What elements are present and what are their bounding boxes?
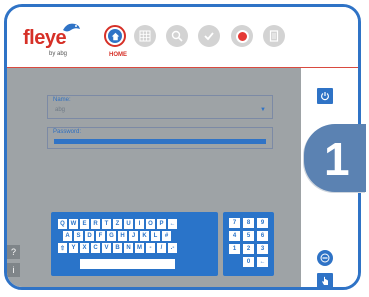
key-i[interactable]: I bbox=[135, 219, 144, 229]
key-1[interactable]: 1 bbox=[229, 244, 240, 254]
logo-text: fleye bbox=[23, 27, 67, 49]
numpad-row-3: 1 2 3 bbox=[229, 244, 268, 254]
numpad-row-2: 4 5 6 bbox=[229, 231, 268, 241]
password-field[interactable]: Password: bbox=[47, 127, 273, 149]
power-icon bbox=[321, 92, 329, 101]
password-label: Password: bbox=[53, 129, 82, 135]
key-w[interactable]: W bbox=[69, 219, 78, 229]
key-k[interactable]: K bbox=[140, 231, 149, 241]
key-symbols[interactable]: .- bbox=[168, 243, 177, 253]
keyboard-row-3: ⇧ Y X C V B N M - / .- bbox=[58, 243, 177, 253]
key-v[interactable]: V bbox=[102, 243, 111, 253]
record-icon bbox=[235, 29, 249, 43]
key-h[interactable]: H bbox=[118, 231, 127, 241]
step-badge: 1 bbox=[304, 124, 366, 192]
nav-record-button[interactable] bbox=[231, 25, 253, 47]
key-shift[interactable]: ⇧ bbox=[58, 243, 67, 253]
name-field[interactable]: Name: abg ▼ bbox=[47, 95, 273, 119]
key-j[interactable]: J bbox=[129, 231, 138, 241]
login-area: Name: abg ▼ Password: Q W E R T Z U I O … bbox=[7, 68, 301, 287]
key-numpad-backspace[interactable]: ← bbox=[257, 257, 268, 267]
key-7[interactable]: 7 bbox=[229, 218, 240, 228]
nav-home-label: HOME bbox=[109, 52, 127, 58]
key-r[interactable]: R bbox=[91, 219, 100, 229]
info-button[interactable]: i bbox=[7, 263, 20, 277]
search-icon bbox=[171, 30, 183, 42]
key-q[interactable]: Q bbox=[58, 219, 67, 229]
nav-search-button[interactable] bbox=[166, 25, 188, 47]
key-slash[interactable]: / bbox=[157, 243, 166, 253]
key-8[interactable]: 8 bbox=[243, 218, 254, 228]
key-9[interactable]: 9 bbox=[257, 218, 268, 228]
logo: fleye by abg bbox=[23, 23, 80, 57]
nav-grid-button[interactable] bbox=[134, 25, 156, 47]
header: fleye by abg HOME bbox=[7, 7, 358, 68]
nav-home-button[interactable]: HOME bbox=[104, 25, 127, 58]
key-s[interactable]: S bbox=[74, 231, 83, 241]
key-backspace[interactable]: ← bbox=[168, 219, 177, 229]
key-space[interactable] bbox=[80, 259, 175, 269]
key-u[interactable]: U bbox=[124, 219, 133, 229]
nav-document-button[interactable] bbox=[263, 25, 285, 47]
keyboard-row-1: Q W E R T Z U I O P ← bbox=[58, 219, 177, 229]
key-hash[interactable]: # bbox=[162, 231, 171, 241]
key-d[interactable]: D bbox=[85, 231, 94, 241]
key-n[interactable]: N bbox=[124, 243, 133, 253]
grid-icon bbox=[139, 30, 151, 42]
chevron-down-icon: ▼ bbox=[260, 107, 266, 113]
key-l[interactable]: L bbox=[151, 231, 160, 241]
key-g[interactable]: G bbox=[107, 231, 116, 241]
logo-subtitle: by abg bbox=[49, 51, 68, 57]
link-button[interactable] bbox=[317, 250, 333, 266]
key-5[interactable]: 5 bbox=[243, 231, 254, 241]
keyboard-row-2: A S D F G H J K L # bbox=[63, 231, 171, 241]
key-2[interactable]: 2 bbox=[243, 244, 254, 254]
numeric-keypad: 7 8 9 4 5 6 1 2 3 0 ← bbox=[223, 212, 274, 276]
key-z[interactable]: Z bbox=[113, 219, 122, 229]
key-p[interactable]: P bbox=[157, 219, 166, 229]
help-button[interactable]: ? bbox=[7, 245, 20, 259]
nav-check-button[interactable] bbox=[198, 25, 220, 47]
power-button[interactable] bbox=[317, 88, 333, 104]
numpad-row-4: 0 ← bbox=[243, 257, 268, 267]
touch-button[interactable] bbox=[317, 273, 333, 287]
name-value: abg bbox=[55, 107, 66, 113]
key-m[interactable]: M bbox=[135, 243, 144, 253]
hand-pointer-icon bbox=[322, 276, 328, 285]
key-c[interactable]: C bbox=[91, 243, 100, 253]
key-o[interactable]: O bbox=[146, 219, 155, 229]
key-minus[interactable]: - bbox=[146, 243, 155, 253]
password-input[interactable] bbox=[54, 139, 266, 144]
key-y[interactable]: Y bbox=[69, 243, 78, 253]
step-number: 1 bbox=[324, 133, 350, 185]
key-4[interactable]: 4 bbox=[229, 231, 240, 241]
on-screen-keyboard: Q W E R T Z U I O P ← A S D F G H J K L … bbox=[51, 212, 218, 276]
name-label: Name: bbox=[53, 97, 71, 103]
login-panel: Name: abg ▼ Password: bbox=[47, 95, 274, 167]
key-0[interactable]: 0 bbox=[243, 257, 254, 267]
key-b[interactable]: B bbox=[113, 243, 122, 253]
key-3[interactable]: 3 bbox=[257, 244, 268, 254]
link-icon bbox=[320, 253, 330, 263]
key-t[interactable]: T bbox=[102, 219, 111, 229]
key-f[interactable]: F bbox=[96, 231, 105, 241]
key-6[interactable]: 6 bbox=[257, 231, 268, 241]
check-icon bbox=[204, 32, 214, 41]
numpad-row-1: 7 8 9 bbox=[229, 218, 268, 228]
home-icon bbox=[111, 32, 119, 40]
key-x[interactable]: X bbox=[80, 243, 89, 253]
key-a[interactable]: A bbox=[63, 231, 72, 241]
key-e[interactable]: E bbox=[80, 219, 89, 229]
document-icon bbox=[269, 30, 279, 42]
logo-bird-icon bbox=[63, 23, 80, 32]
